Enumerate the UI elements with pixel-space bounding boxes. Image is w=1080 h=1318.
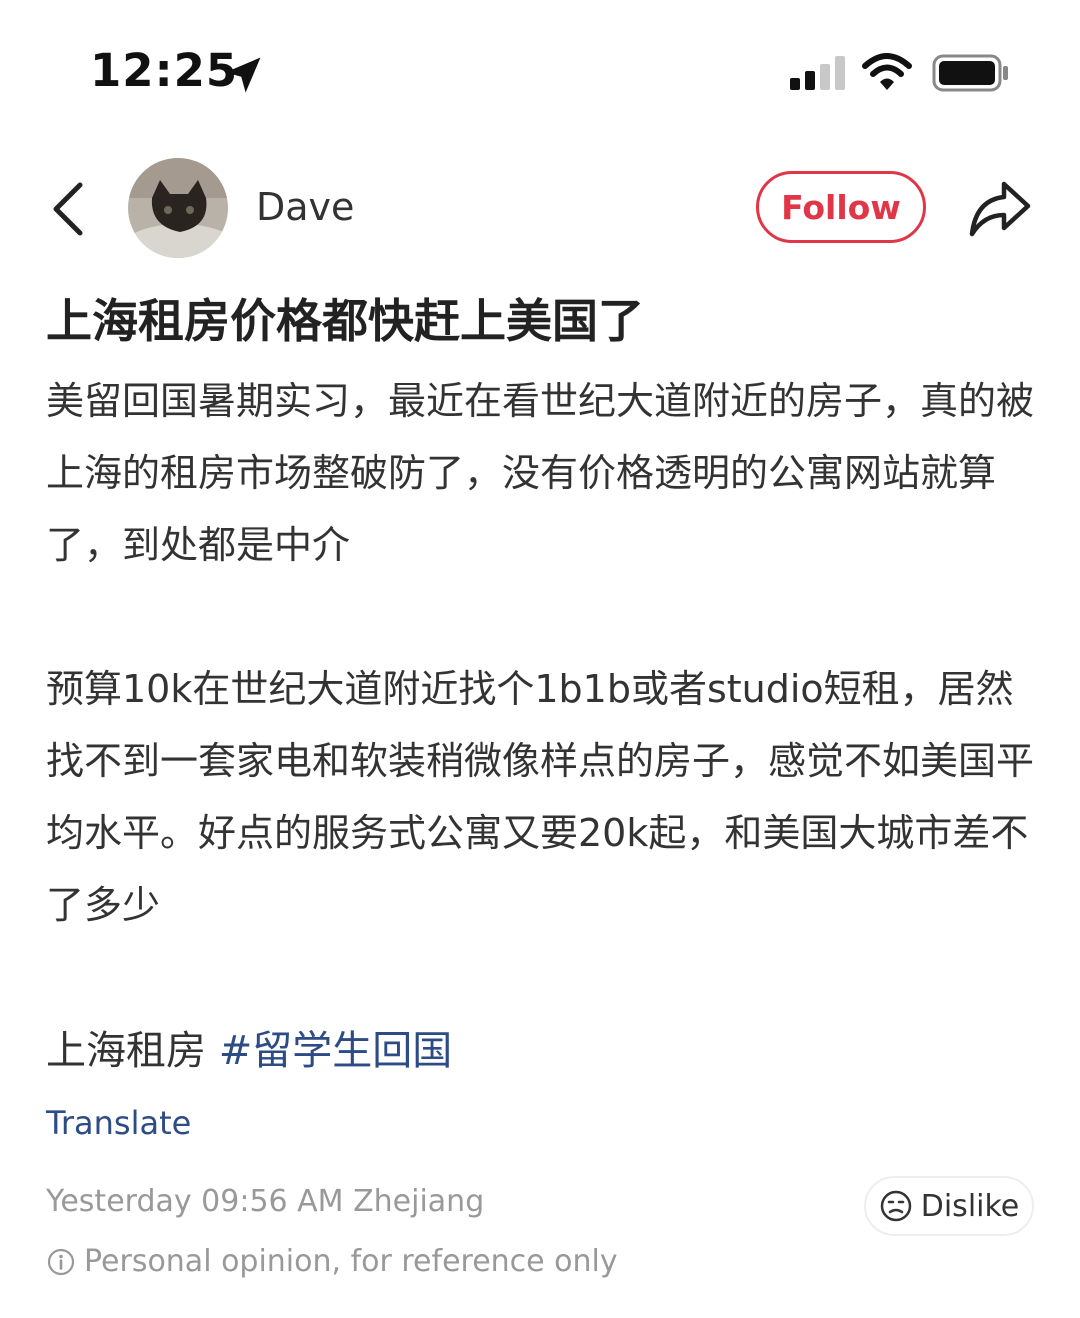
dislike-label: Dislike [920, 1188, 1020, 1224]
post-title: 上海租房价格都快赶上美国了 [46, 294, 644, 348]
status-time: 12:25 [90, 44, 239, 97]
share-arrow-icon[interactable] [966, 178, 1032, 240]
cellular-signal-icon [790, 56, 845, 90]
battery-icon [932, 54, 1008, 92]
username[interactable]: Dave [256, 185, 354, 229]
follow-button[interactable]: Follow [756, 171, 926, 243]
info-icon [47, 1248, 75, 1275]
post-paragraph-2: 预算10k在世纪大道附近找个1b1b或者studio短租，居然找不到一套家电和软… [46, 667, 1035, 927]
dislike-button[interactable]: Dislike [864, 1176, 1034, 1236]
hashtag-link[interactable]: #留学生回国 [219, 1028, 453, 1074]
translate-link[interactable]: Translate [46, 1104, 191, 1142]
chevron-left-icon[interactable] [46, 180, 90, 238]
location-arrow-icon [225, 57, 261, 93]
avatar[interactable] [128, 158, 228, 258]
post-paragraph-1: 美留回国暑期实习，最近在看世纪大道附近的房子，真的被上海的租房市场整破防了，没有… [46, 379, 1035, 567]
disclaimer-text: Personal opinion, for reference only [84, 1244, 618, 1279]
unhappy-face-icon [880, 1190, 911, 1222]
tag-text: 上海租房 [46, 1028, 206, 1074]
disclaimer: Personal opinion, for reference only [46, 1244, 618, 1279]
post-meta: Yesterday 09:56 AM Zhejiang [46, 1184, 485, 1219]
wifi-icon [862, 53, 912, 90]
post-tags: 上海租房 #留学生回国 [46, 1018, 452, 1076]
